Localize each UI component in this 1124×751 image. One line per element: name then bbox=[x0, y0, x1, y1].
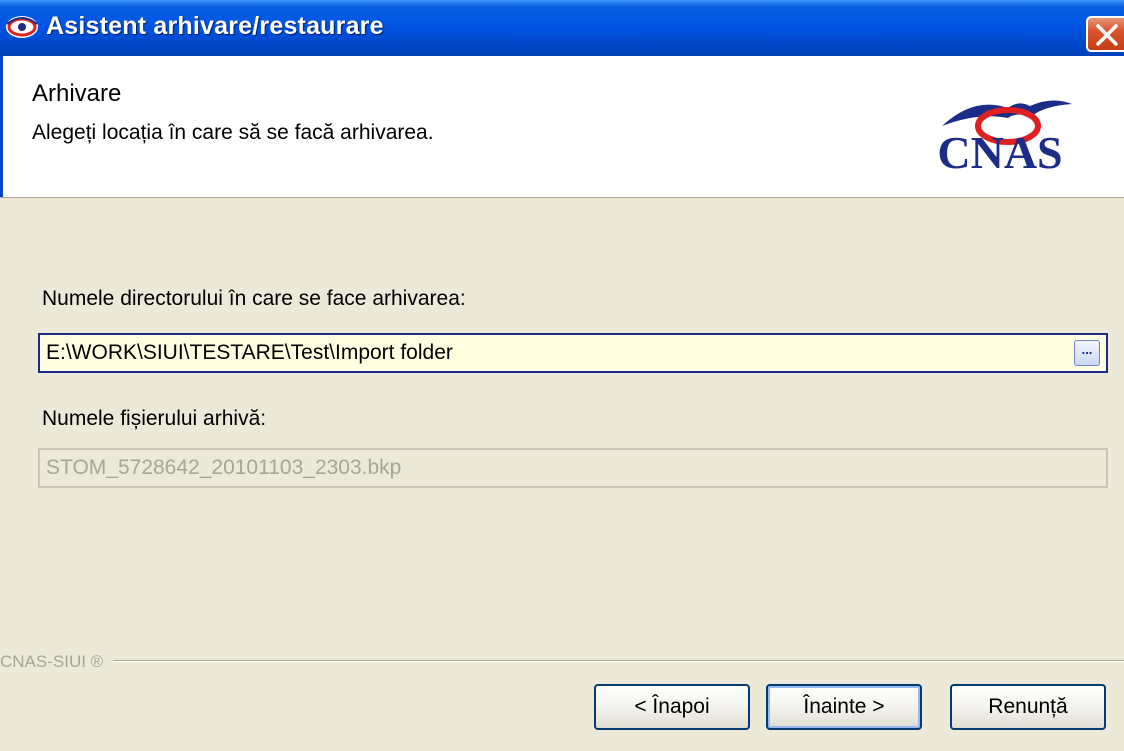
cnas-logo: CNAS bbox=[937, 100, 1072, 178]
footer-brand: CNAS-SIUI ® bbox=[0, 652, 114, 672]
footer-divider bbox=[0, 660, 1124, 662]
header-divider bbox=[0, 197, 1124, 198]
next-button[interactable]: Înainte > bbox=[766, 684, 922, 730]
directory-input[interactable] bbox=[38, 333, 1108, 373]
file-name-label: Numele fișierului arhivă: bbox=[42, 407, 267, 430]
title-bar[interactable]: Asistent arhivare/restaurare bbox=[0, 0, 1124, 56]
page-title: Arhivare bbox=[32, 80, 122, 107]
next-button-label: Înainte > bbox=[803, 695, 885, 718]
window-title: Asistent arhivare/restaurare bbox=[46, 12, 384, 40]
back-button-label: < Înapoi bbox=[634, 695, 710, 718]
archive-wizard-window: Asistent arhivare/restaurare Arhivare Al… bbox=[0, 0, 1124, 751]
cnas-eye-icon bbox=[6, 16, 38, 38]
logo-text: CNAS bbox=[937, 127, 1062, 178]
directory-label: Numele directorului în care se face arhi… bbox=[42, 287, 466, 310]
browse-button[interactable]: ... bbox=[1074, 340, 1100, 366]
page-subtitle: Alegeți locația în care să se facă arhiv… bbox=[32, 121, 434, 144]
cancel-button[interactable]: Renunță bbox=[950, 684, 1106, 730]
close-icon bbox=[1096, 24, 1118, 46]
file-name-input bbox=[38, 448, 1108, 488]
cancel-button-label: Renunță bbox=[988, 695, 1068, 718]
back-button[interactable]: < Înapoi bbox=[594, 684, 750, 730]
close-button[interactable] bbox=[1086, 16, 1124, 52]
